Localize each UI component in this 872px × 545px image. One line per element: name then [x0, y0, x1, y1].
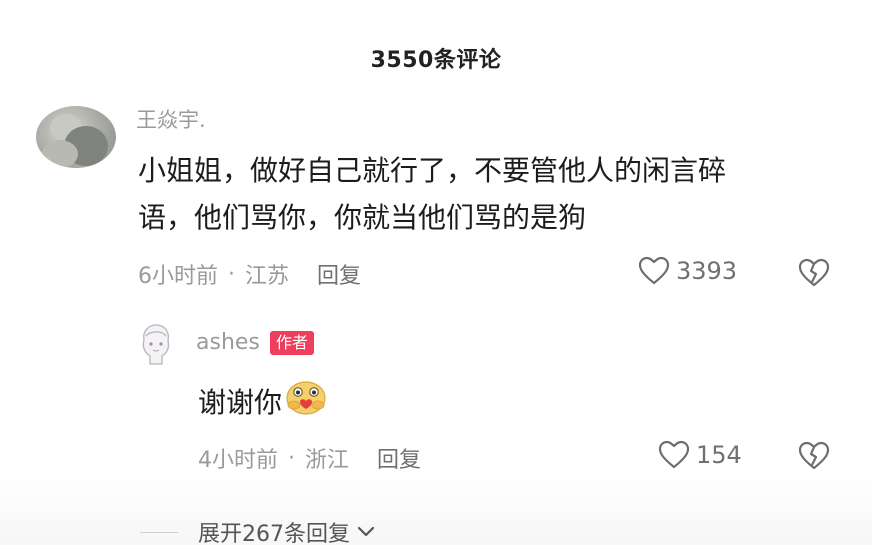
comment-time: 6小时前: [138, 264, 218, 289]
broken-heart-icon: [798, 441, 830, 470]
avatar[interactable]: [36, 106, 116, 168]
broken-heart-icon: [798, 258, 830, 287]
comment-username[interactable]: 王焱宇.: [136, 104, 206, 134]
reply-button[interactable]: 回复: [377, 442, 421, 474]
avatar[interactable]: [136, 322, 176, 366]
like-count: 154: [696, 441, 742, 469]
reply-text-content: 谢谢你: [198, 385, 283, 419]
meta-separator: ·: [228, 261, 235, 287]
like-count: 3393: [676, 257, 738, 285]
expand-replies-button[interactable]: 展开267条回复: [140, 516, 376, 545]
hugging-heart-emoji-icon: [284, 378, 328, 423]
like-button[interactable]: 154: [658, 440, 742, 470]
comment-text-line: 语，他们骂你，你就当他们骂的是狗: [138, 201, 587, 234]
comment-meta: 6小时前 · 江苏 回复: [138, 258, 361, 290]
reply-username-row: ashes 作者: [196, 330, 314, 355]
reply-location: 浙江: [305, 448, 350, 473]
comment-text-line: 小姐姐，做好自己就行了，不要管他人的闲言碎: [138, 154, 727, 187]
like-button[interactable]: 3393: [638, 256, 737, 286]
reply-username[interactable]: ashes: [196, 330, 260, 355]
reply-text: 谢谢你: [198, 378, 328, 423]
comment-location: 江苏: [245, 264, 290, 289]
comments-count-title: 3550条评论: [370, 48, 502, 73]
dislike-button[interactable]: [798, 258, 830, 292]
divider: [140, 531, 178, 533]
avatar-photo-icon: [42, 114, 108, 168]
author-badge: 作者: [269, 330, 314, 355]
meta-separator: ·: [288, 445, 295, 471]
expand-replies-label: 展开267条回复: [198, 522, 350, 545]
heart-outline-icon: [638, 256, 670, 285]
comment-text: 小姐姐，做好自己就行了，不要管他人的闲言碎 语，他们骂你，你就当他们骂的是狗: [138, 147, 838, 241]
reply-meta: 4小时前 · 浙江 回复: [198, 442, 421, 474]
heart-outline-icon: [658, 440, 690, 469]
avatar-drawing-icon: [142, 324, 170, 365]
dislike-button[interactable]: [798, 441, 830, 475]
chevron-down-icon: [357, 526, 375, 537]
reply-button[interactable]: 回复: [317, 258, 361, 290]
reply-time: 4小时前: [198, 448, 278, 473]
bottom-fade: [0, 470, 872, 545]
